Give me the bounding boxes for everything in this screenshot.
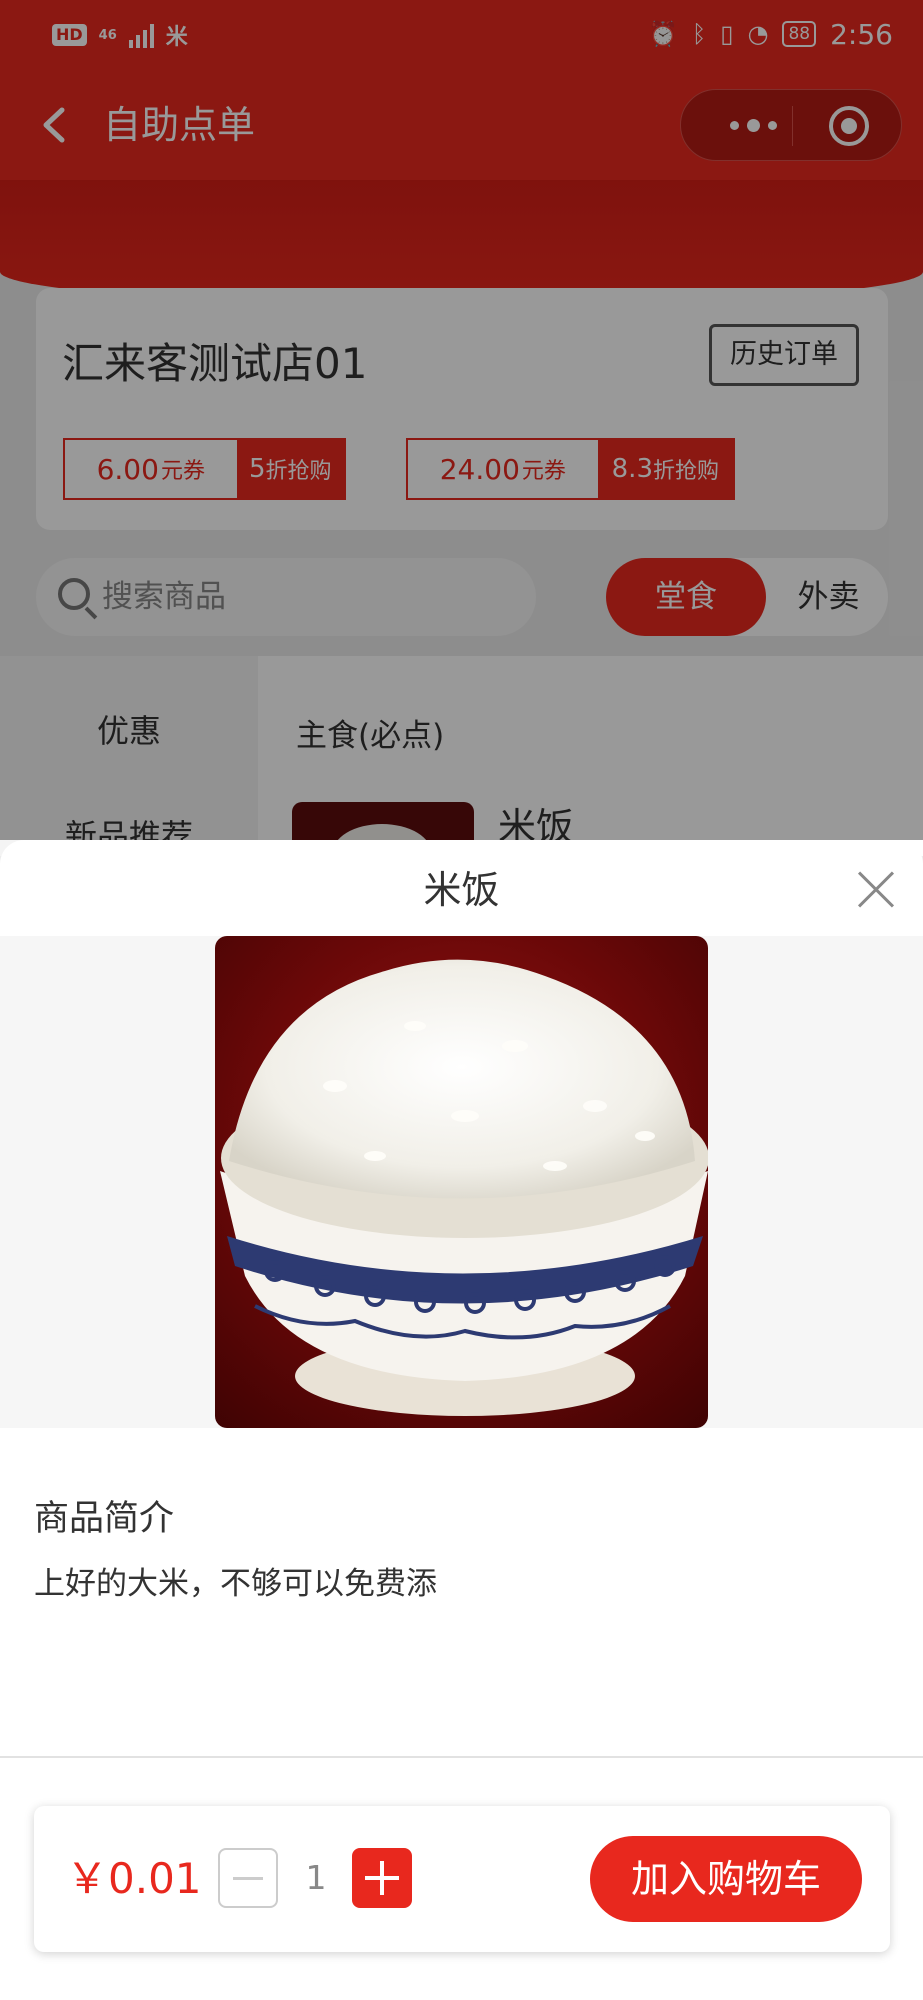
description-heading: 商品简介 xyxy=(34,1499,175,1539)
modal-title: 米饭 xyxy=(423,868,500,912)
purchase-bar: ￥0.01 1 加入购物车 xyxy=(34,1806,890,1952)
decrease-button[interactable] xyxy=(218,1848,278,1908)
rice-bowl-image xyxy=(215,936,708,1428)
quantity-value: 1 xyxy=(305,1858,327,1897)
add-to-cart-button[interactable]: 加入购物车 xyxy=(590,1836,862,1922)
modal-overlay[interactable] xyxy=(0,0,923,840)
divider xyxy=(0,1756,923,1758)
increase-button[interactable] xyxy=(352,1848,412,1908)
product-detail-sheet: 米饭 商品简介 上好的大米，不够可以免费添 ￥0.01 1 加入购物车 xyxy=(0,840,923,2000)
product-image-area xyxy=(0,936,923,1428)
close-icon[interactable] xyxy=(856,870,896,910)
price: ￥0.01 xyxy=(66,1854,202,1903)
rice-bowl-illustration xyxy=(220,959,708,1416)
description-text: 上好的大米，不够可以免费添 xyxy=(34,1566,437,1602)
